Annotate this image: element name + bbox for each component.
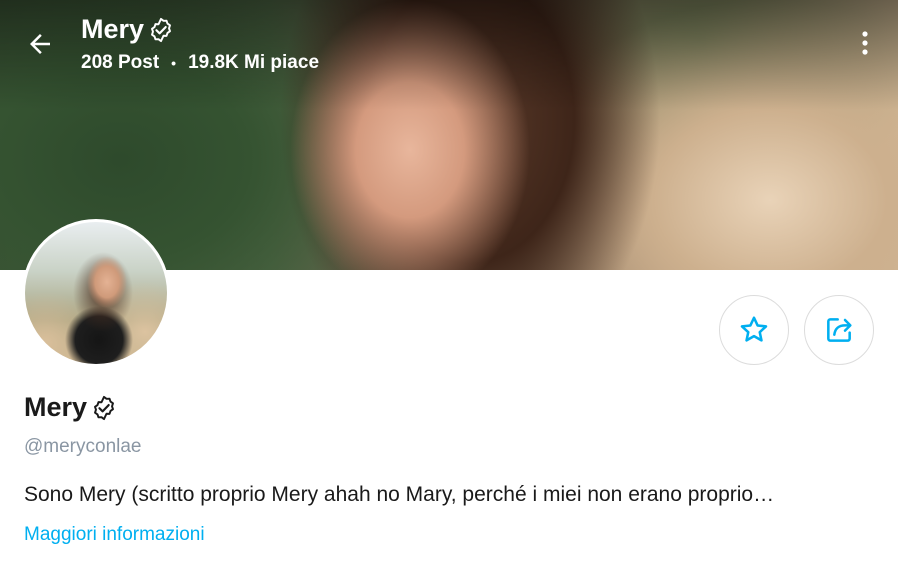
star-icon <box>740 316 768 342</box>
favorite-button[interactable] <box>719 295 789 365</box>
profile-handle: @meryconlae <box>24 436 142 457</box>
verified-badge-icon <box>94 395 114 420</box>
arrow-left-icon <box>30 34 50 54</box>
profile-name-row: Mery <box>24 392 117 423</box>
vertical-dots-icon <box>862 31 868 55</box>
profile-bio: Sono Mery (scritto proprio Mery ahah no … <box>24 483 775 506</box>
verified-badge-icon <box>151 17 171 42</box>
more-info-link[interactable]: Maggiori informazioni <box>24 524 205 546</box>
share-icon <box>827 318 852 342</box>
posts-count: 208 Post <box>81 52 160 73</box>
avatar[interactable] <box>22 219 170 367</box>
header-title: Mery <box>81 14 174 45</box>
likes-count: 19.8K Mi piace <box>188 52 320 73</box>
profile-name: Mery <box>24 392 88 422</box>
back-button[interactable] <box>20 24 60 64</box>
stats-separator: • <box>171 55 177 71</box>
header-stats: 208 Post • 19.8K Mi piace <box>81 52 319 74</box>
header-name: Mery <box>81 14 145 44</box>
avatar-image <box>25 222 167 364</box>
share-button[interactable] <box>804 295 874 365</box>
more-options-button[interactable] <box>850 26 880 60</box>
top-bar: Mery 208 Post • 19.8K Mi piace <box>0 0 898 90</box>
